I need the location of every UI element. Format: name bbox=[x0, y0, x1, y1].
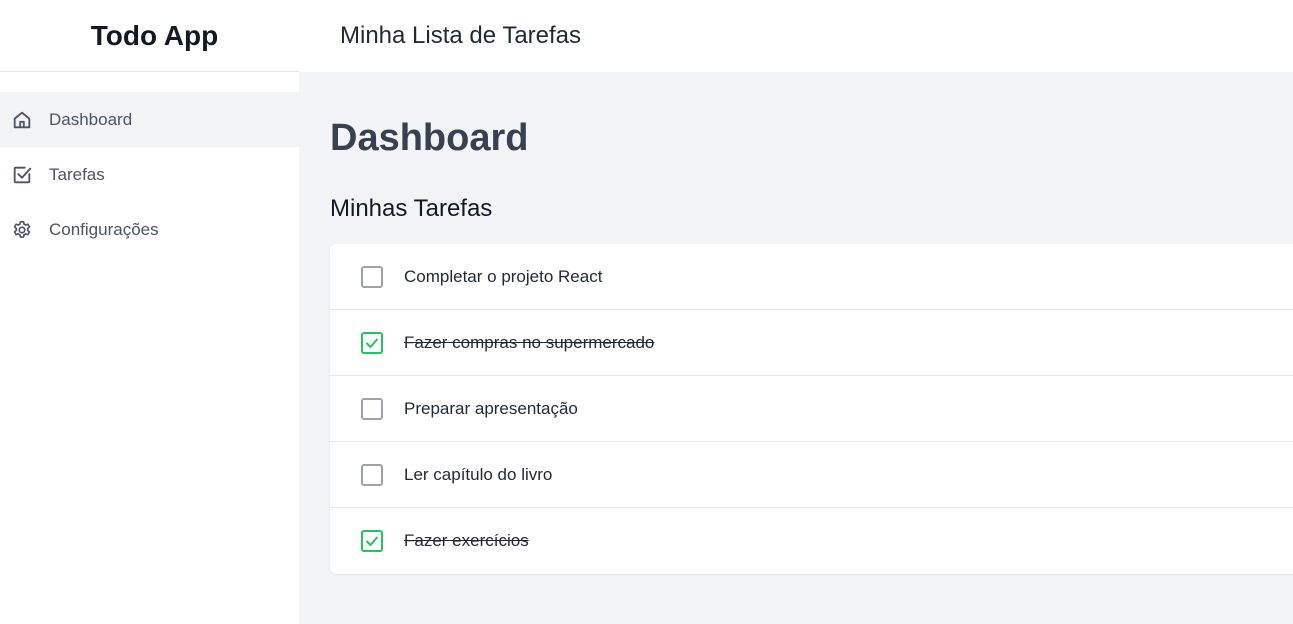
task-text: Ler capítulo do livro bbox=[404, 464, 553, 484]
task-text: Fazer exercícios bbox=[404, 531, 529, 550]
sidebar-item-label: Tarefas bbox=[49, 164, 105, 184]
task-item[interactable]: Fazer exercícios bbox=[330, 508, 1293, 574]
sidebar-item-dashboard[interactable]: Dashboard bbox=[0, 92, 299, 147]
task-text: Preparar apresentação bbox=[404, 398, 578, 418]
sidebar-item-tarefas[interactable]: Tarefas bbox=[0, 147, 299, 202]
task-checkbox[interactable] bbox=[361, 265, 383, 288]
sidebar-item-label: Dashboard bbox=[49, 109, 133, 129]
task-list: Completar o projeto React Fazer compras … bbox=[330, 244, 1293, 574]
task-checkbox[interactable] bbox=[361, 331, 383, 354]
gear-icon bbox=[10, 218, 34, 242]
page-title: Dashboard bbox=[330, 117, 529, 159]
task-text: Fazer compras no supermercado bbox=[404, 332, 655, 352]
task-checkbox[interactable] bbox=[361, 397, 383, 420]
check-square-icon bbox=[10, 163, 34, 187]
todo-app: Todo App Dashboard Tarefas Configurações… bbox=[0, 0, 1293, 624]
task-item[interactable]: Fazer compras no supermercado bbox=[330, 310, 1293, 376]
header-title: Minha Lista de Tarefas bbox=[340, 22, 582, 49]
task-checkbox[interactable] bbox=[361, 463, 383, 486]
app-brand: Todo App bbox=[0, 0, 299, 72]
section-title: Minhas Tarefas bbox=[330, 195, 493, 222]
task-item[interactable]: Completar o projeto React bbox=[330, 244, 1293, 310]
sidebar-item-label: Configurações bbox=[49, 219, 159, 239]
checkmark-icon bbox=[366, 338, 378, 348]
task-checkbox[interactable] bbox=[361, 530, 383, 552]
sidebar-item-configuracoes[interactable]: Configurações bbox=[0, 202, 299, 257]
main-content: Dashboard Minhas Tarefas Completar o pro… bbox=[299, 72, 1293, 624]
sidebar-nav: Dashboard Tarefas Configurações bbox=[0, 72, 299, 257]
task-item[interactable]: Ler capítulo do livro bbox=[330, 442, 1293, 508]
home-icon bbox=[10, 108, 34, 132]
sidebar: Todo App Dashboard Tarefas Configurações bbox=[0, 0, 299, 624]
task-text: Completar o projeto React bbox=[404, 266, 603, 286]
checkmark-icon bbox=[366, 536, 378, 546]
top-header: Minha Lista de Tarefas bbox=[299, 0, 1293, 72]
task-item[interactable]: Preparar apresentação bbox=[330, 376, 1293, 442]
